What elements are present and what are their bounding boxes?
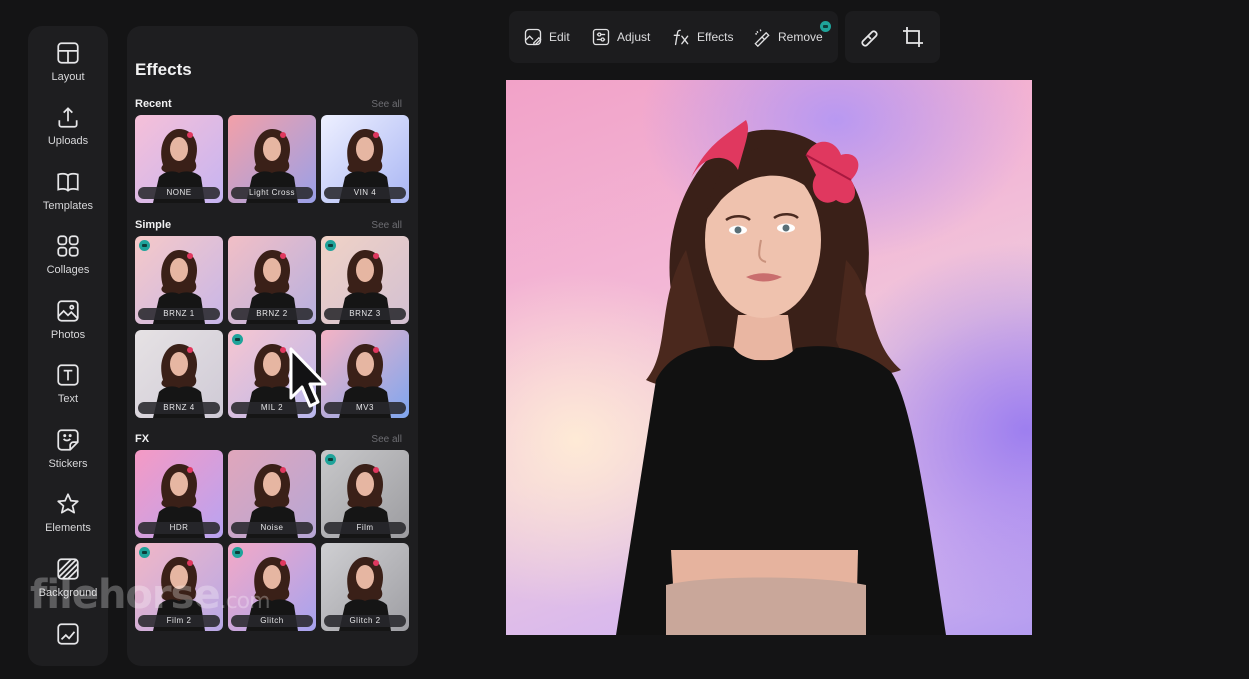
tool-edit-button[interactable]: Edit (523, 11, 570, 63)
sidebar-item-elements[interactable]: Elements (28, 491, 108, 549)
book-icon (57, 172, 79, 192)
effect-thumbnail[interactable]: Film (321, 450, 409, 538)
sidebar-item-collages[interactable]: Collages (28, 233, 108, 291)
sidebar-item-uploads[interactable]: Uploads (28, 104, 108, 162)
sidebar-item-layout[interactable]: Layout (28, 40, 108, 98)
sidebar-item-label: Text (57, 393, 79, 405)
pattern-icon (57, 558, 79, 580)
effect-thumbnail[interactable]: MIL 2 (228, 330, 316, 418)
sidebar-item-label: Templates (42, 200, 94, 212)
premium-badge (325, 454, 336, 465)
adjust-sliders-icon (592, 28, 610, 46)
sidebar-item-more[interactable] (28, 621, 108, 679)
tool-label: Effects (697, 30, 734, 44)
tool-label: Remove (778, 30, 823, 44)
effect-thumbnail[interactable]: Glitch (228, 543, 316, 631)
premium-badge (139, 240, 150, 251)
draw-image-icon (57, 623, 79, 645)
sidebar-item-label: Layout (51, 71, 85, 83)
edit-image-icon (524, 28, 542, 46)
eraser-button[interactable] (858, 25, 882, 49)
effects-panel: Effects Recent See all NONE Light Cross VIN … (127, 26, 418, 666)
sidebar-item-label: Photos (50, 329, 86, 341)
photo-illustration (616, 120, 946, 635)
effect-label: Light Cross (231, 187, 313, 199)
premium-badge (232, 547, 243, 558)
section-title-fx: FX (135, 433, 150, 445)
effect-thumbnail[interactable]: HDR (135, 450, 223, 538)
crop-icon (903, 27, 923, 47)
premium-badge (139, 547, 150, 558)
effect-label: MIL 2 (231, 402, 313, 414)
sidebar-item-templates[interactable]: Templates (28, 169, 108, 227)
sidebar-item-label: Collages (46, 264, 90, 276)
edit-toolbar: Edit Adjust Effects Remove (509, 11, 838, 63)
sidebar-item-stickers[interactable]: Stickers (28, 427, 108, 485)
effect-label: BRNZ 1 (138, 308, 220, 320)
effect-thumbnail[interactable]: BRNZ 2 (228, 236, 316, 324)
grid-icon (57, 235, 79, 257)
effect-label: NONE (138, 187, 220, 199)
effect-label: Glitch (231, 615, 313, 627)
eraser-icon (861, 30, 878, 47)
text-icon (57, 364, 79, 386)
tool-remove-button[interactable]: Remove (752, 11, 831, 63)
sidebar-item-text[interactable]: Text (28, 362, 108, 420)
sidebar-item-background[interactable]: Background (28, 556, 108, 614)
sidebar-item-label: Background (38, 587, 98, 599)
tool-adjust-button[interactable]: Adjust (591, 11, 650, 63)
effect-label: Noise (231, 522, 313, 534)
effect-label: MV3 (324, 402, 406, 414)
effect-thumbnail[interactable]: VIN 4 (321, 115, 409, 203)
magic-eraser-icon (754, 29, 770, 47)
crop-button[interactable] (901, 25, 925, 49)
left-sidebar: Layout Uploads Templates Collages Photos… (28, 26, 108, 666)
effect-label: HDR (138, 522, 220, 534)
photo-canvas[interactable] (506, 80, 1032, 635)
effect-label: VIN 4 (324, 187, 406, 199)
effect-thumbnail[interactable]: NONE (135, 115, 223, 203)
effect-label: BRNZ 3 (324, 308, 406, 320)
effect-thumbnail[interactable]: BRNZ 1 (135, 236, 223, 324)
star-icon (57, 493, 79, 514)
effect-label: Glitch 2 (324, 615, 406, 627)
sidebar-item-label: Elements (45, 522, 91, 534)
sticker-icon (57, 429, 79, 451)
see-all-link[interactable]: See all (371, 220, 402, 231)
premium-badge (820, 21, 831, 32)
premium-badge (325, 240, 336, 251)
effect-thumbnail[interactable]: Glitch 2 (321, 543, 409, 631)
fx-icon (673, 29, 689, 46)
effect-label: Film 2 (138, 615, 220, 627)
upload-icon (58, 107, 78, 128)
secondary-toolbar (845, 11, 940, 63)
effect-label: Film (324, 522, 406, 534)
sidebar-item-label: Uploads (47, 135, 89, 147)
panel-title: Effects (135, 60, 192, 79)
effect-thumbnail[interactable]: BRNZ 4 (135, 330, 223, 418)
see-all-link[interactable]: See all (371, 99, 402, 110)
sidebar-item-label: Stickers (48, 458, 88, 470)
premium-badge (232, 334, 243, 345)
effect-thumbnail[interactable]: Light Cross (228, 115, 316, 203)
effect-label: BRNZ 2 (231, 308, 313, 320)
see-all-link[interactable]: See all (371, 434, 402, 445)
image-icon (57, 300, 79, 322)
section-title-recent: Recent (135, 98, 172, 110)
effect-thumbnail[interactable]: Film 2 (135, 543, 223, 631)
layout-icon (57, 42, 79, 64)
sidebar-item-photos[interactable]: Photos (28, 298, 108, 356)
effect-thumbnail[interactable]: MV3 (321, 330, 409, 418)
tool-label: Edit (549, 30, 570, 44)
section-title-simple: Simple (135, 219, 172, 231)
tool-effects-button[interactable]: Effects (671, 11, 733, 63)
effect-thumbnail[interactable]: Noise (228, 450, 316, 538)
effect-label: BRNZ 4 (138, 402, 220, 414)
tool-label: Adjust (617, 30, 651, 44)
effect-thumbnail[interactable]: BRNZ 3 (321, 236, 409, 324)
